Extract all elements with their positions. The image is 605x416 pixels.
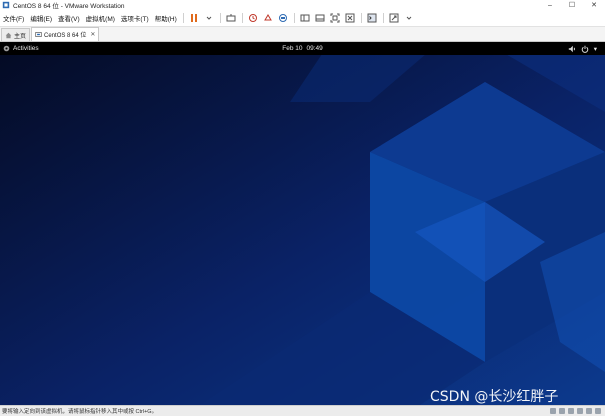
unity-button[interactable] xyxy=(345,13,356,24)
toolbar-divider xyxy=(241,13,243,23)
home-icon xyxy=(5,32,12,38)
full-screen-icon xyxy=(330,13,340,23)
tab-bar: 主页 CentOS 8 64 位 ✕ xyxy=(0,27,605,42)
chevron-down-icon xyxy=(206,16,212,20)
menu-toolbar: 文件(F) 编辑(E) 查看(V) 虚拟机(M) 选项卡(T) 帮助(H) xyxy=(0,10,605,27)
cdrom-icon[interactable] xyxy=(559,408,565,414)
window-title: CentOS 8 64 位 - VMware Workstation xyxy=(13,3,125,10)
chevron-down-icon xyxy=(406,16,412,20)
revert-icon xyxy=(264,14,273,21)
volume-icon xyxy=(568,45,575,52)
unity-icon xyxy=(345,13,355,23)
usb-icon[interactable] xyxy=(577,408,583,414)
toolbar-divider xyxy=(182,13,184,23)
gnome-top-bar: Activities Feb 10 09:49 ▾ xyxy=(0,42,605,55)
menu-vm[interactable]: 虚拟机(M) xyxy=(83,13,118,23)
system-menu-chevron-icon: ▾ xyxy=(593,45,597,53)
power-icon xyxy=(581,45,589,53)
desktop-wallpaper xyxy=(0,42,605,405)
toolbar-divider xyxy=(293,13,295,23)
centos-logo-icon xyxy=(3,45,10,52)
clock-snapshot-icon xyxy=(249,14,258,22)
menu-view[interactable]: 查看(V) xyxy=(55,13,83,23)
menu-edit[interactable]: 编辑(E) xyxy=(27,13,55,23)
tab-centos-label: CentOS 8 64 位 xyxy=(44,33,87,39)
full-screen-button[interactable] xyxy=(330,13,341,24)
pause-icon xyxy=(191,14,198,22)
stretch-icon xyxy=(389,13,399,23)
toolbar-divider xyxy=(219,13,221,23)
terminal-icon xyxy=(367,13,377,23)
console-view-button[interactable] xyxy=(367,13,378,24)
csdn-watermark: CSDN @长沙红胖子 xyxy=(430,389,559,405)
stretch-dropdown[interactable] xyxy=(404,13,415,24)
toolbar-divider xyxy=(382,13,384,23)
revert-snapshot-button[interactable] xyxy=(263,13,274,24)
minimize-button[interactable]: – xyxy=(539,0,561,10)
window-title-bar: CentOS 8 64 位 - VMware Workstation – ☐ ✕ xyxy=(0,0,605,10)
clock-time: 09:49 xyxy=(306,45,323,52)
thumbnail-bar-button[interactable] xyxy=(315,13,326,24)
snapshot-manager-button[interactable] xyxy=(278,13,289,24)
library-icon xyxy=(300,14,310,22)
system-menu[interactable]: ▾ xyxy=(568,45,605,53)
tab-centos[interactable]: CentOS 8 64 位 ✕ xyxy=(31,27,100,41)
network-icon[interactable] xyxy=(568,408,574,414)
thumbnail-icon xyxy=(315,14,325,22)
show-library-button[interactable] xyxy=(300,13,311,24)
activities-button[interactable]: Activities xyxy=(0,45,39,52)
display-icon[interactable] xyxy=(595,408,601,414)
pause-dropdown[interactable] xyxy=(204,13,215,24)
tab-close-button[interactable]: ✕ xyxy=(90,31,95,38)
send-ctrl-alt-del-button[interactable] xyxy=(226,13,237,24)
menu-file[interactable]: 文件(F) xyxy=(0,13,27,23)
vmware-app-icon xyxy=(2,1,10,9)
vm-icon xyxy=(35,32,42,37)
snapshot-button[interactable] xyxy=(248,13,259,24)
activities-label: Activities xyxy=(13,45,39,52)
keyboard-send-icon xyxy=(226,14,236,22)
stretch-guest-button[interactable] xyxy=(389,13,400,24)
maximize-button[interactable]: ☐ xyxy=(561,0,583,10)
vm-display[interactable]: Activities Feb 10 09:49 ▾ CSDN @长沙红胖子 xyxy=(0,42,605,405)
clock[interactable]: Feb 10 09:49 xyxy=(282,45,323,52)
tab-home[interactable]: 主页 xyxy=(1,28,31,41)
clock-date: Feb 10 xyxy=(282,45,303,52)
status-text: 要将输入定向到该虚拟机，请将鼠标指针移入其中或按 Ctrl+G。 xyxy=(2,409,158,415)
menu-tabs[interactable]: 选项卡(T) xyxy=(118,13,152,23)
close-window-button[interactable]: ✕ xyxy=(583,0,605,10)
status-bar: 要将输入定向到该虚拟机，请将鼠标指针移入其中或按 Ctrl+G。 xyxy=(0,405,605,416)
pause-button[interactable] xyxy=(189,13,200,24)
toolbar-divider xyxy=(360,13,362,23)
sound-icon[interactable] xyxy=(586,408,592,414)
snapshot-manager-icon xyxy=(279,14,288,22)
tab-home-label: 主页 xyxy=(14,33,27,40)
menu-help[interactable]: 帮助(H) xyxy=(152,13,180,23)
hard-disk-icon[interactable] xyxy=(550,408,556,414)
